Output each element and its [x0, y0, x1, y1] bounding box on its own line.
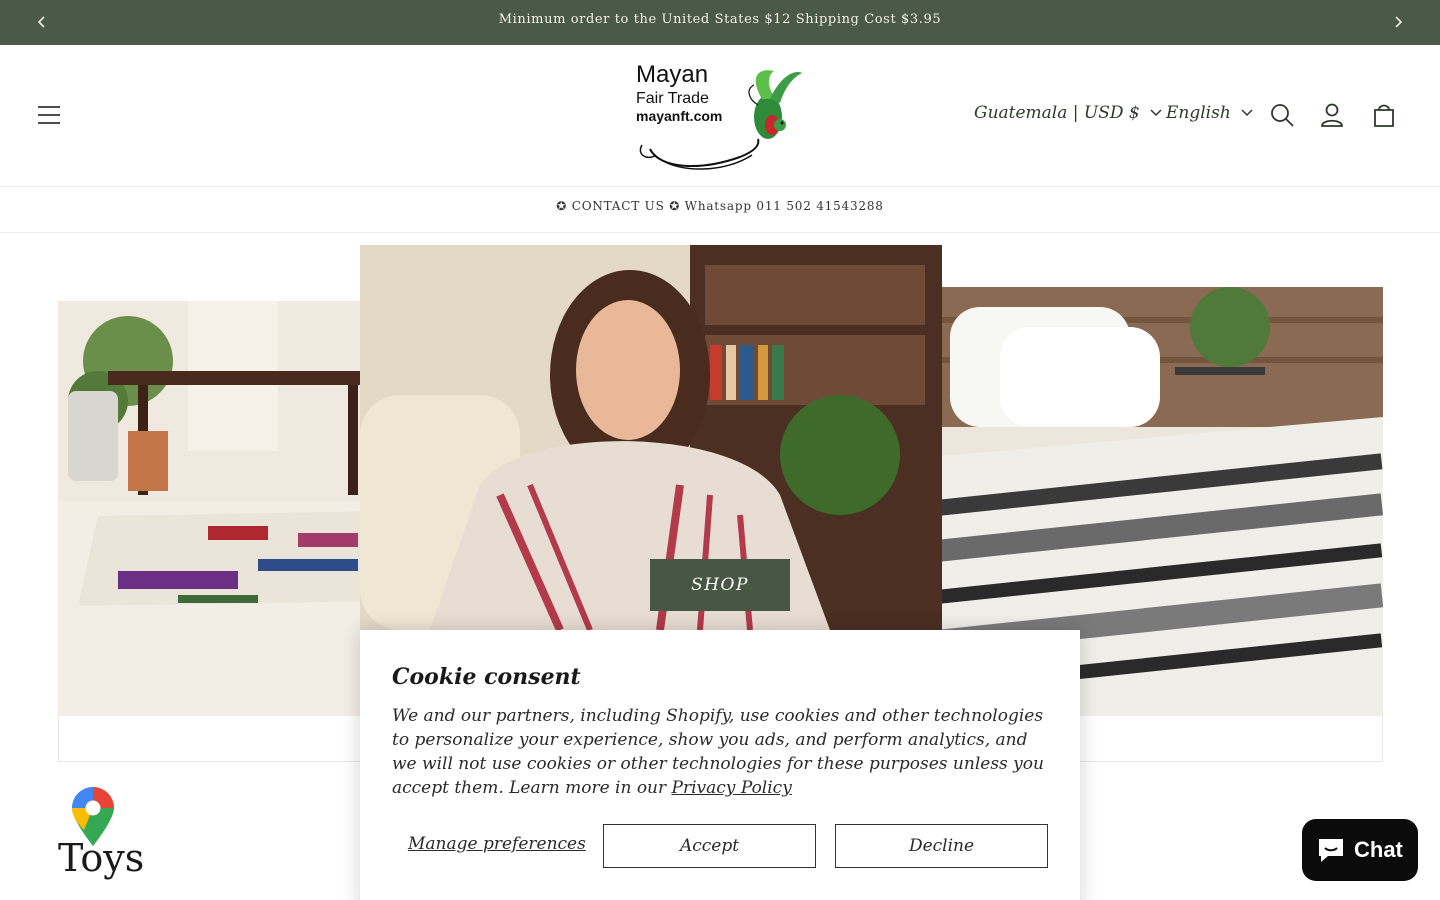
chevron-down-icon	[1241, 109, 1253, 117]
hamburger-icon	[38, 106, 60, 124]
account-button[interactable]	[1318, 101, 1346, 129]
logo-line-1: Mayan	[636, 61, 709, 88]
user-icon	[1321, 103, 1343, 127]
chevron-down-icon	[1150, 109, 1162, 117]
country-selector[interactable]: Guatemala | USD $	[974, 103, 1162, 123]
cart-button[interactable]	[1370, 101, 1398, 129]
logo-line-2: Fair Trade	[636, 90, 709, 107]
cookie-body: We and our partners, including Shopify, …	[392, 704, 1052, 800]
accept-button[interactable]: Accept	[603, 824, 816, 868]
chat-label: Chat	[1354, 837, 1403, 862]
language-selector-label: English	[1166, 103, 1231, 123]
chat-widget-button[interactable]: Chat	[1302, 819, 1418, 881]
contact-text[interactable]: ✪ CONTACT US ✪ Whatsapp 011 502 41543288	[0, 199, 1440, 213]
shop-button[interactable]: SHOP	[650, 559, 790, 611]
chevron-right-icon	[1395, 16, 1403, 28]
announcement-next-button[interactable]	[1386, 10, 1410, 34]
decline-button[interactable]: Decline	[835, 824, 1048, 868]
logo-line-3: mayanft.com	[636, 108, 723, 124]
privacy-policy-link[interactable]: Privacy Policy	[672, 778, 792, 798]
announcement-bar: Minimum order to the United States $12 S…	[0, 0, 1440, 45]
shopping-bag-icon	[1374, 104, 1394, 127]
rug-room-image	[58, 301, 388, 716]
search-icon	[1271, 104, 1294, 127]
site-logo[interactable]: Mayan Fair Trade mayanft.com	[630, 59, 810, 177]
search-button[interactable]	[1268, 101, 1296, 129]
site-header: Mayan Fair Trade mayanft.com Guatemala |…	[0, 45, 1440, 187]
manage-preferences-link[interactable]: Manage preferences	[408, 834, 586, 854]
contact-bar: ✪ CONTACT US ✪ Whatsapp 011 502 41543288	[0, 188, 1440, 233]
cookie-consent-dialog: Cookie consent We and our partners, incl…	[360, 630, 1080, 900]
chat-bubble-icon	[1319, 839, 1343, 862]
language-selector[interactable]: English	[1166, 103, 1253, 123]
cookie-title: Cookie consent	[392, 664, 581, 690]
announcement-text: Minimum order to the United States $12 S…	[498, 12, 942, 27]
menu-button[interactable]	[34, 100, 64, 130]
country-selector-label: Guatemala | USD $	[974, 103, 1140, 123]
section-title: Toys	[58, 836, 145, 880]
